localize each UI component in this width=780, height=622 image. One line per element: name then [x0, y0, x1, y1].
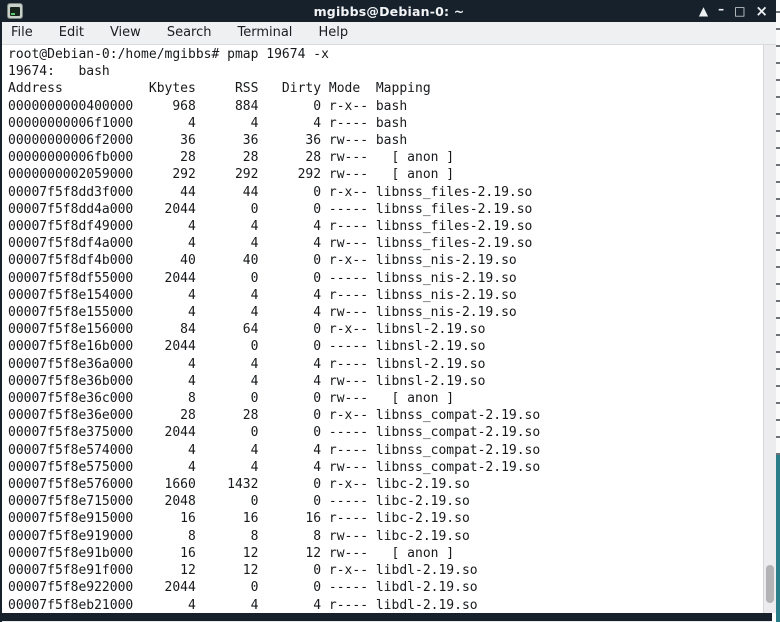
- window-title: mgibbs@Debian-0: ~: [2, 4, 776, 19]
- menu-file[interactable]: File: [2, 22, 46, 44]
- background-window-text-sliver: [776, 0, 780, 455]
- maximize-icon[interactable]: □: [734, 0, 745, 22]
- menu-view[interactable]: View: [97, 22, 154, 44]
- screen: mgibbs@Debian-0: ~ ▲ – □ × File Edit Vie…: [0, 0, 780, 622]
- menu-edit[interactable]: Edit: [46, 22, 97, 44]
- window-controls: ▲ – □ ×: [699, 0, 768, 22]
- terminal-window: mgibbs@Debian-0: ~ ▲ – □ × File Edit Vie…: [0, 0, 776, 622]
- terminal-content-area[interactable]: root@Debian-0:/home/mgibbs# pmap 19674 -…: [4, 45, 776, 613]
- background-window-sliver: [776, 0, 780, 622]
- desktop-sliver: [776, 455, 780, 622]
- terminal-output: root@Debian-0:/home/mgibbs# pmap 19674 -…: [4, 45, 776, 613]
- titlebar[interactable]: mgibbs@Debian-0: ~ ▲ – □ ×: [2, 0, 776, 22]
- scrollbar[interactable]: [763, 45, 776, 613]
- minimize-icon[interactable]: –: [718, 0, 724, 20]
- menu-help[interactable]: Help: [305, 22, 361, 44]
- menu-terminal[interactable]: Terminal: [224, 22, 305, 44]
- menu-search[interactable]: Search: [154, 22, 225, 44]
- close-icon[interactable]: ×: [755, 0, 768, 22]
- shade-icon[interactable]: ▲: [699, 0, 708, 22]
- menubar: File Edit View Search Terminal Help: [2, 22, 776, 45]
- scrollbar-thumb[interactable]: [766, 565, 774, 603]
- window-bottom-border: [2, 613, 772, 622]
